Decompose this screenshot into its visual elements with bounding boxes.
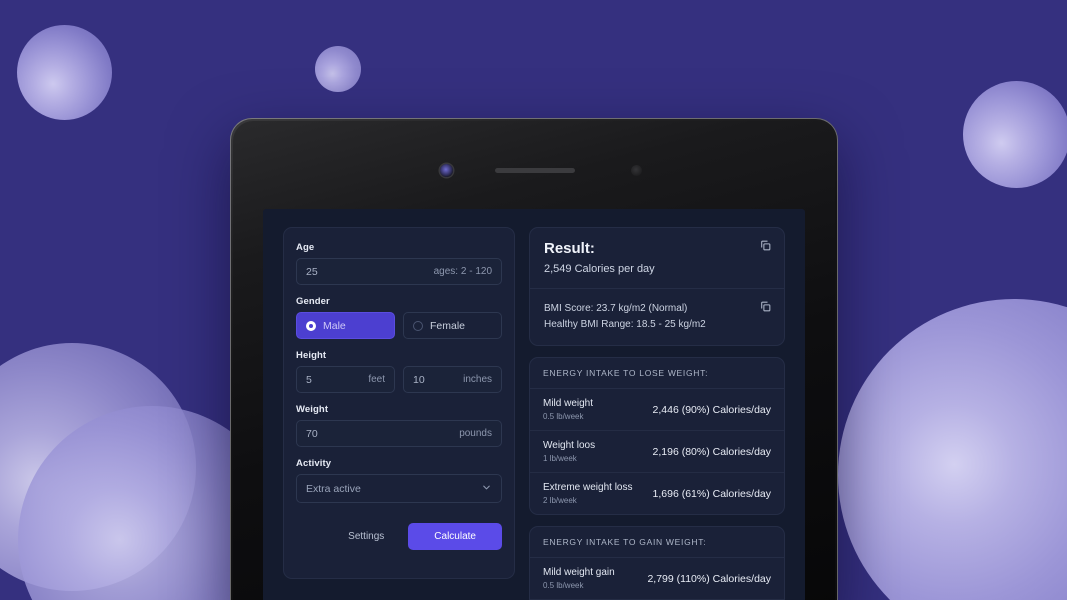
- result-calories: 2,549 Calories per day: [544, 263, 655, 275]
- height-inches-value: 10: [413, 373, 425, 386]
- table-row[interactable]: Mild weight gain 0.5 lb/week 2,799 (110%…: [530, 558, 784, 600]
- height-feet-unit: feet: [368, 374, 385, 385]
- weight-unit: pounds: [459, 428, 492, 439]
- weight-input[interactable]: 70 pounds: [296, 420, 502, 447]
- camera-icon: [440, 164, 453, 177]
- row-rate: 1 lb/week: [543, 454, 577, 463]
- bmi-summary: BMI Score: 23.7 kg/m2 (Normal) Healthy B…: [530, 289, 784, 345]
- bmi-score: BMI Score: 23.7 kg/m2 (Normal): [544, 303, 688, 314]
- row-rate: 0.5 lb/week: [543, 412, 584, 421]
- activity-select[interactable]: Extra active: [296, 474, 502, 503]
- settings-button[interactable]: Settings: [338, 525, 394, 548]
- tablet-device-frame: Age 25 ages: 2 - 120 Gender Male Female …: [230, 118, 838, 600]
- gender-label: Gender: [296, 296, 330, 307]
- row-name: Mild weight: [543, 398, 594, 409]
- decorative-sphere-top-right: [963, 81, 1067, 188]
- proximity-sensor-icon: [631, 165, 642, 176]
- weight-label: Weight: [296, 404, 329, 415]
- height-feet-input[interactable]: 5 feet: [296, 366, 395, 393]
- decorative-sphere-top-left: [17, 25, 112, 120]
- height-label: Height: [296, 350, 327, 361]
- height-inches-input[interactable]: 10 inches: [403, 366, 502, 393]
- row-value: 2,446 (90%) Calories/day: [652, 403, 771, 416]
- row-name: Extreme weight loss: [543, 482, 633, 493]
- copy-result-icon[interactable]: [759, 239, 772, 252]
- row-rate: 2 lb/week: [543, 496, 577, 505]
- row-name: Weight loos: [543, 440, 596, 451]
- gain-weight-panel: ENERGY INTAKE TO GAIN WEIGHT: Mild weigh…: [529, 526, 785, 600]
- gender-male-label: Male: [323, 319, 346, 332]
- weight-value: 70: [306, 427, 318, 440]
- height-feet-value: 5: [306, 373, 312, 386]
- lose-weight-heading: ENERGY INTAKE TO LOSE WEIGHT:: [530, 358, 784, 389]
- app-screen: Age 25 ages: 2 - 120 Gender Male Female …: [263, 209, 805, 600]
- background-canvas: Age 25 ages: 2 - 120 Gender Male Female …: [0, 0, 1067, 600]
- age-label: Age: [296, 242, 315, 253]
- row-value: 2,196 (80%) Calories/day: [652, 445, 771, 458]
- chevron-down-icon: [481, 482, 492, 496]
- row-name: Mild weight gain: [543, 567, 615, 578]
- row-value: 2,799 (110%) Calories/day: [647, 572, 771, 585]
- copy-bmi-icon[interactable]: [759, 300, 772, 313]
- table-row[interactable]: Extreme weight loss 2 lb/week 1,696 (61%…: [530, 473, 784, 514]
- result-title: Result:: [544, 240, 595, 257]
- row-value: 1,696 (61%) Calories/day: [652, 487, 771, 500]
- decorative-sphere-top-middle: [315, 46, 361, 92]
- row-rate: 0.5 lb/week: [543, 581, 584, 590]
- gender-option-female[interactable]: Female: [403, 312, 502, 339]
- height-inches-unit: inches: [463, 374, 492, 385]
- results-column: Result: 2,549 Calories per day BMI Score…: [529, 227, 785, 600]
- activity-label: Activity: [296, 458, 332, 469]
- gain-weight-heading: ENERGY INTAKE TO GAIN WEIGHT:: [530, 527, 784, 558]
- table-row[interactable]: Weight loos 1 lb/week 2,196 (80%) Calori…: [530, 431, 784, 473]
- age-input[interactable]: 25 ages: 2 - 120: [296, 258, 502, 285]
- decorative-sphere-bottom-right: [838, 299, 1067, 600]
- calculate-button[interactable]: Calculate: [408, 523, 502, 550]
- age-value: 25: [306, 265, 318, 278]
- form-actions: Settings Calculate: [296, 523, 502, 550]
- table-row[interactable]: Mild weight 0.5 lb/week 2,446 (90%) Calo…: [530, 389, 784, 431]
- radio-unselected-icon: [413, 320, 423, 331]
- activity-value: Extra active: [306, 482, 361, 495]
- height-inputs: 5 feet 10 inches: [296, 366, 502, 393]
- gender-options: Male Female: [296, 312, 502, 339]
- result-summary: Result: 2,549 Calories per day: [530, 228, 784, 289]
- lose-weight-panel: ENERGY INTAKE TO LOSE WEIGHT: Mild weigh…: [529, 357, 785, 515]
- radio-selected-icon: [306, 320, 316, 331]
- result-panel: Result: 2,549 Calories per day BMI Score…: [529, 227, 785, 346]
- speaker-grille: [495, 168, 575, 173]
- calculator-form-card: Age 25 ages: 2 - 120 Gender Male Female …: [283, 227, 515, 579]
- tablet-bezel: Age 25 ages: 2 - 120 Gender Male Female …: [233, 121, 835, 600]
- gender-female-label: Female: [430, 319, 466, 332]
- gender-option-male[interactable]: Male: [296, 312, 395, 339]
- bmi-range: Healthy BMI Range: 18.5 - 25 kg/m2: [544, 318, 706, 330]
- age-hint: ages: 2 - 120: [433, 266, 492, 277]
